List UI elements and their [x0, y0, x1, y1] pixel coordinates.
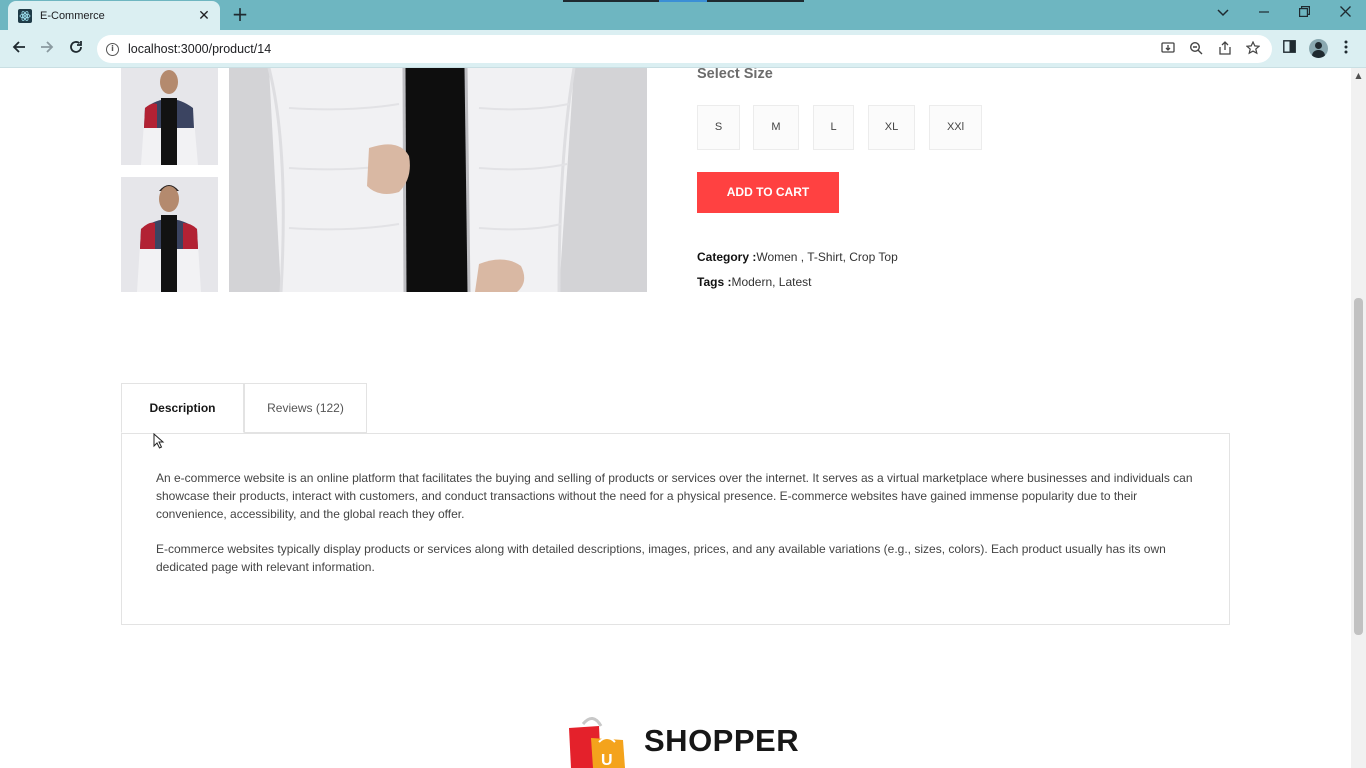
info-icon[interactable]: i	[106, 42, 119, 56]
footer-brand-name[interactable]: SHOPPER	[644, 723, 799, 759]
side-panel-icon[interactable]	[1280, 40, 1298, 58]
page-scrollbar[interactable]: ▲	[1351, 68, 1366, 768]
back-arrow-icon[interactable]	[9, 39, 29, 59]
window-top-indicator-highlight	[659, 0, 707, 2]
tab-close-icon[interactable]: ✕	[196, 8, 212, 24]
tab-title: E-Commerce	[40, 9, 105, 22]
address-bar[interactable]: i localhost:3000/product/14	[97, 35, 1272, 63]
scrollbar-thumb[interactable]	[1354, 298, 1363, 635]
size-option-s[interactable]: S	[697, 105, 740, 150]
minimize-icon[interactable]	[1252, 4, 1276, 24]
tab-description[interactable]: Description	[121, 383, 244, 433]
scroll-up-arrow-icon[interactable]: ▲	[1351, 70, 1366, 82]
window-close-icon[interactable]	[1333, 4, 1357, 24]
category-label: Category :	[697, 250, 757, 264]
product-thumbnail-1[interactable]	[121, 68, 218, 165]
zoom-icon[interactable]	[1188, 41, 1204, 57]
install-app-icon[interactable]	[1160, 41, 1176, 57]
size-option-xxl[interactable]: XXl	[929, 105, 982, 150]
browser-tab-strip: E-Commerce ✕ +	[0, 0, 1366, 30]
address-bar-url: localhost:3000/product/14	[128, 42, 272, 56]
select-size-label: Select Size	[697, 68, 773, 82]
profile-avatar-icon[interactable]	[1309, 39, 1328, 58]
forward-arrow-icon[interactable]	[37, 39, 57, 59]
reload-icon[interactable]	[66, 39, 86, 59]
kebab-menu-icon[interactable]	[1337, 40, 1355, 58]
description-paragraph-2: E-commerce websites typically display pr…	[156, 542, 1166, 574]
tags-value: Modern, Latest	[731, 275, 812, 289]
mouse-cursor-icon	[153, 432, 165, 449]
browser-tab-active[interactable]: E-Commerce ✕	[8, 1, 220, 30]
category-value: Women , T-Shirt, Crop Top	[756, 250, 898, 264]
product-tags: Tags :Modern, Latest	[697, 275, 812, 289]
tab-search-chevron-icon[interactable]	[1211, 4, 1235, 24]
product-category: Category :Women , T-Shirt, Crop Top	[697, 250, 898, 264]
add-to-cart-button[interactable]: ADD TO CART	[697, 172, 839, 213]
browser-toolbar: i localhost:3000/product/14	[0, 30, 1366, 68]
product-main-image	[229, 68, 647, 292]
react-favicon-icon	[18, 8, 32, 23]
size-option-xl[interactable]: XL	[868, 105, 915, 150]
share-icon[interactable]	[1217, 41, 1233, 57]
restore-icon[interactable]	[1292, 4, 1316, 24]
new-tab-button[interactable]: +	[230, 4, 250, 25]
shopper-logo-icon[interactable]: U	[567, 714, 627, 768]
product-thumbnail-2[interactable]	[121, 177, 218, 292]
svg-text:U: U	[601, 752, 613, 768]
star-icon[interactable]	[1245, 40, 1261, 57]
description-paragraph-1: An e-commerce website is an online platf…	[156, 471, 1193, 521]
size-option-l[interactable]: L	[813, 105, 854, 150]
description-panel: An e-commerce website is an online platf…	[121, 433, 1230, 625]
size-option-m[interactable]: M	[753, 105, 799, 150]
tab-reviews[interactable]: Reviews (122)	[244, 383, 367, 433]
product-page: Select Size S M L XL XXl ADD TO CART Cat…	[0, 68, 1351, 768]
tags-label: Tags :	[697, 275, 732, 289]
